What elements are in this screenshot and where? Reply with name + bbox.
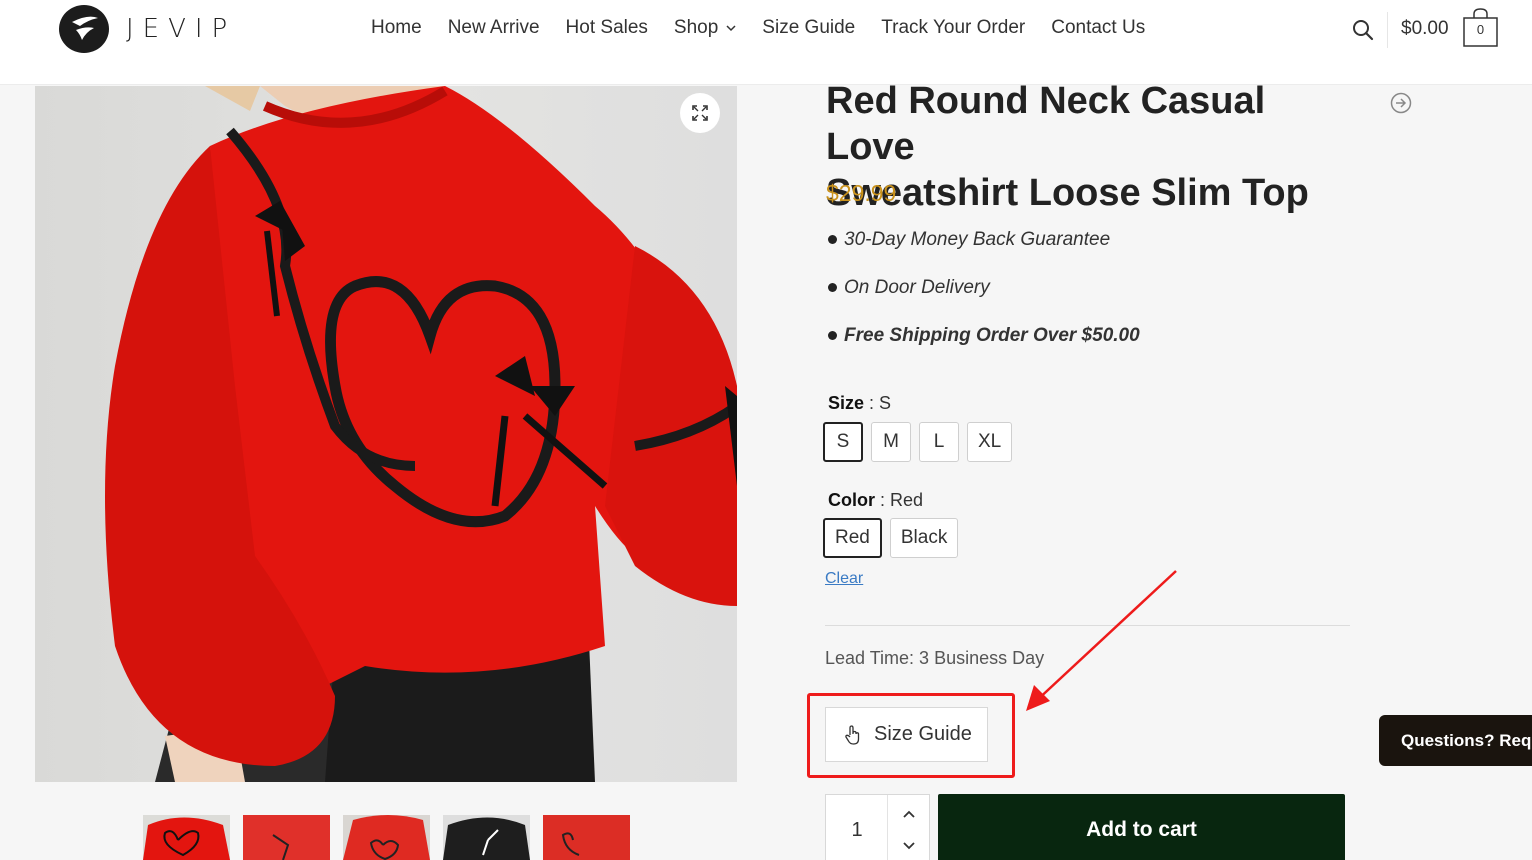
color-option-black[interactable]: Black	[889, 518, 959, 558]
header-divider	[1387, 12, 1388, 48]
color-label: Color : Red	[828, 490, 924, 510]
perk-free-shipping: Free Shipping Order Over $50.00	[828, 325, 1140, 347]
product-main-image[interactable]	[35, 86, 737, 782]
bullet-icon	[828, 235, 837, 245]
chevron-up-icon[interactable]	[902, 809, 916, 819]
size-option-xl[interactable]: XL	[967, 422, 1013, 462]
perk-delivery: On Door Delivery	[828, 277, 990, 299]
expand-icon	[692, 105, 708, 121]
cart-total[interactable]: $0.00	[1401, 18, 1449, 40]
thumbnail-1[interactable]	[143, 815, 230, 860]
size-options: S M L XL	[823, 422, 1013, 462]
bullet-icon	[828, 331, 837, 341]
nav-shop-label: Shop	[673, 17, 719, 38]
cart-count: 0	[1476, 22, 1485, 37]
nav-size-guide[interactable]: Size Guide	[762, 17, 855, 39]
nav-track-order[interactable]: Track Your Order	[881, 17, 1025, 39]
chevron-down-icon[interactable]	[902, 841, 916, 851]
site-header: JEVIP Home New Arrive Hot Sales Shop Siz…	[0, 0, 1532, 85]
nav-home[interactable]: Home	[371, 17, 422, 39]
brand-logo[interactable]: JEVIP	[58, 4, 236, 54]
clear-selection-link[interactable]: Clear	[825, 570, 863, 588]
lead-time: Lead Time: 3 Business Day	[825, 648, 1045, 668]
size-option-l[interactable]: L	[919, 422, 959, 462]
nav-new-arrive[interactable]: New Arrive	[448, 17, 540, 39]
size-guide-label: Size Guide	[874, 723, 972, 745]
search-icon[interactable]	[1352, 19, 1374, 41]
thumbnail-2[interactable]	[243, 815, 330, 860]
quantity-value[interactable]: 1	[826, 819, 888, 842]
product-price: $29.99	[826, 180, 897, 206]
title-line-1: Red Round Neck Casual Love	[826, 80, 1266, 168]
quantity-divider	[887, 795, 888, 860]
thumbnail-4[interactable]	[443, 815, 530, 860]
questions-chat-tab[interactable]: Questions? Requ	[1379, 715, 1532, 766]
nav-hot-sales[interactable]: Hot Sales	[566, 17, 648, 39]
thumbnail-strip	[143, 815, 630, 860]
arrow-right-circle-icon[interactable]	[1390, 92, 1412, 114]
zoom-button[interactable]	[680, 93, 720, 133]
size-option-m[interactable]: M	[871, 422, 911, 462]
title-line-2: Sweatshirt Loose Slim Top	[826, 172, 1309, 214]
nav-shop[interactable]: Shop	[674, 17, 736, 39]
perk-money-back: 30-Day Money Back Guarantee	[828, 229, 1110, 251]
sweatshirt-photo	[105, 86, 737, 782]
size-option-s[interactable]: S	[823, 422, 863, 462]
annotation-arrow	[1026, 570, 1177, 711]
quantity-stepper[interactable]: 1	[825, 794, 930, 860]
thumbnail-3[interactable]	[343, 815, 430, 860]
color-option-red[interactable]: Red	[823, 518, 882, 558]
chevron-down-icon	[726, 25, 736, 32]
product-title: Red Round Neck Casual Love Sweatshirt Lo…	[826, 78, 1356, 216]
logo-icon	[59, 5, 109, 53]
color-options: Red Black	[823, 518, 959, 558]
size-label: Size : S	[828, 393, 892, 413]
add-to-cart-button[interactable]: Add to cart	[938, 794, 1345, 860]
nav-contact-us[interactable]: Contact Us	[1051, 17, 1145, 39]
brand-name: JEVIP	[126, 14, 237, 44]
pointer-hand-icon	[845, 724, 860, 745]
size-guide-button[interactable]: Size Guide	[825, 707, 988, 762]
thumbnail-5[interactable]	[543, 815, 630, 860]
main-nav: Home New Arrive Hot Sales Shop Size Guid…	[371, 17, 1171, 39]
bullet-icon	[828, 283, 837, 293]
